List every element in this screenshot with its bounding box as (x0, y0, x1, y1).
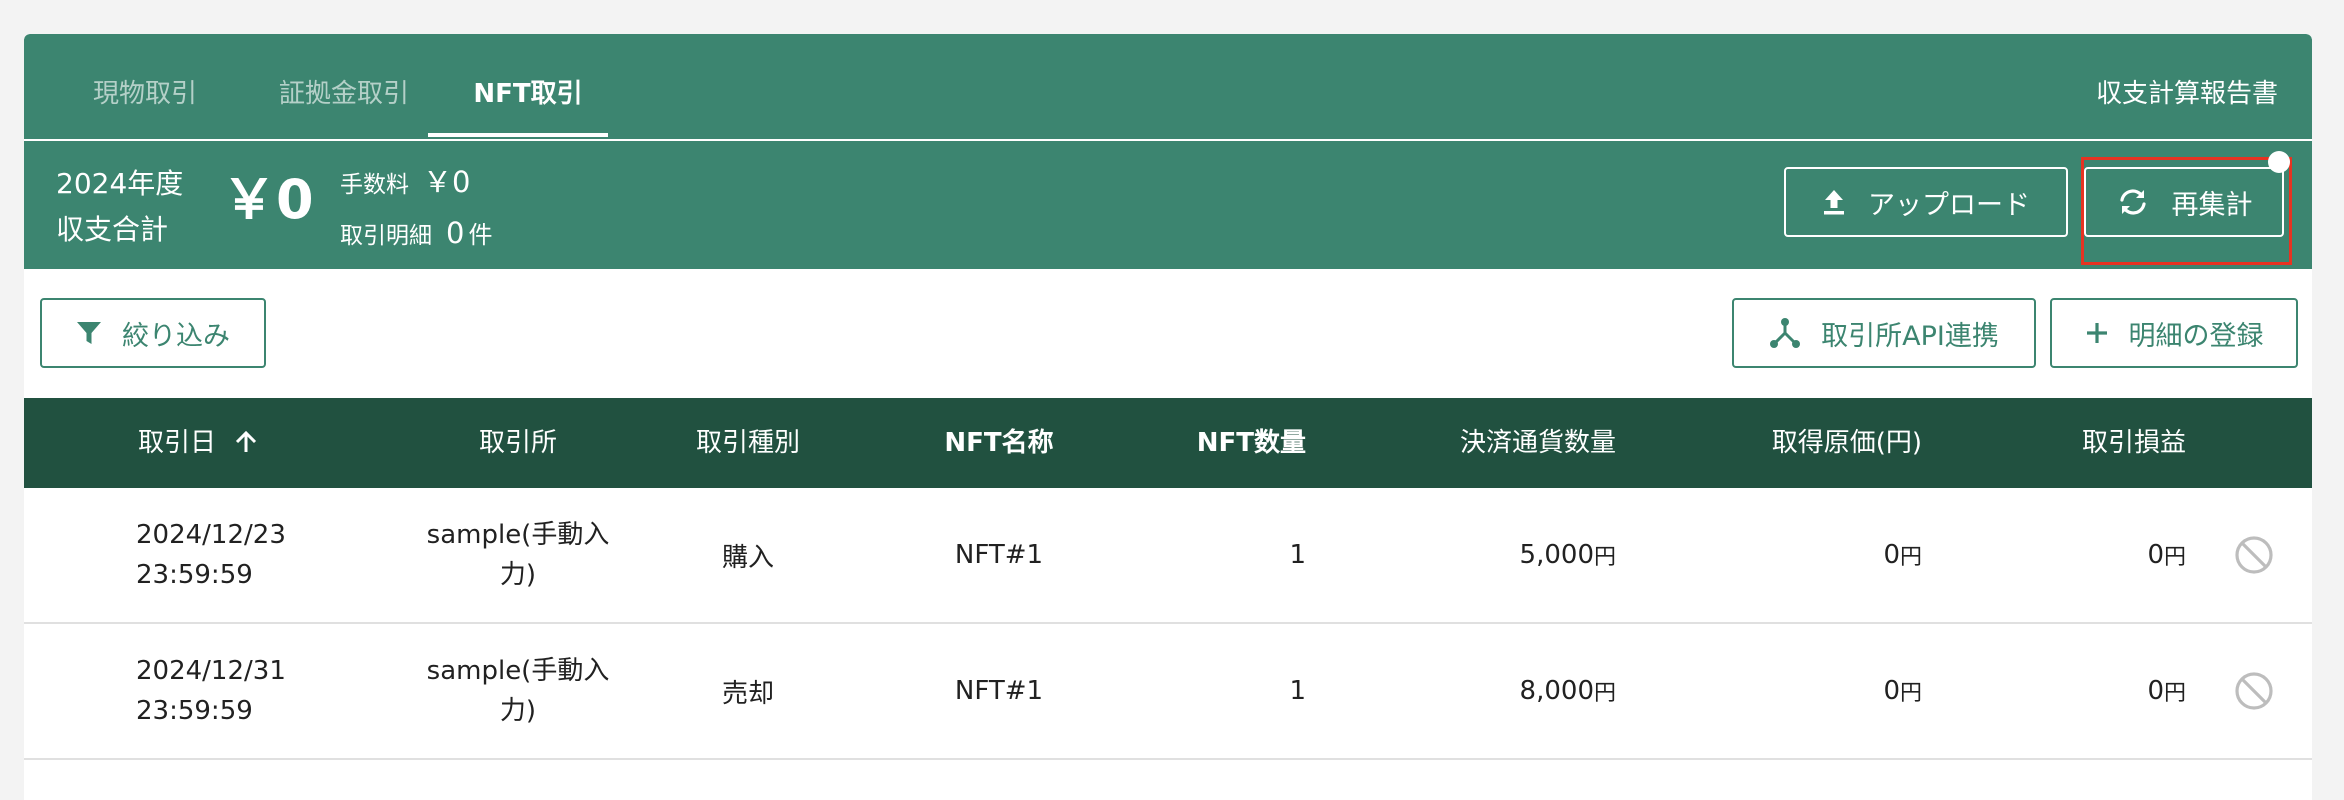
highlight-box (2081, 157, 2292, 265)
upload-icon (1824, 190, 1844, 215)
yen-unit: 円 (2163, 545, 2186, 570)
cell-pnl: 0円 (1924, 488, 2186, 622)
cell-exchange: sample(手動入 力) (398, 624, 638, 758)
disable-icon[interactable] (2234, 535, 2274, 575)
active-tab-indicator (428, 133, 608, 137)
sort-ascending-icon[interactable] (234, 430, 258, 454)
time-value: 23:59:59 (136, 696, 253, 726)
cell-settlement-qty: 8,000 円 (1314, 624, 1616, 758)
upload-button-label: アップロード (1868, 189, 2030, 221)
nft-transactions-panel: 現物取引 証拠金取引 NFT取引 収支計算報告書 2024年度 収支合計 ￥0 … (24, 34, 2312, 800)
tab-bar: 現物取引 証拠金取引 NFT取引 収支計算報告書 (24, 34, 2312, 139)
cell-cost: 0円 (1624, 624, 1922, 758)
tab-margin[interactable]: 証拠金取引 (250, 34, 438, 139)
table-row: 2024/12/31 23:59:59 sample(手動入 力) 売却 NFT… (24, 624, 2312, 760)
date-value: 2024/12/23 (136, 520, 286, 550)
exchange-line-2: 力) (499, 696, 537, 726)
tab-spot[interactable]: 現物取引 (70, 34, 220, 139)
cell-nft-name: NFT#1 (954, 540, 1044, 570)
cell-pnl: 0円 (1924, 624, 2186, 758)
column-header-date-label: 取引日 (138, 428, 217, 458)
date-value: 2024/12/31 (136, 656, 286, 686)
fiscal-year-label: 2024年度 (56, 167, 184, 200)
api-link-icon (1770, 318, 1801, 348)
cell-cost: 0円 (1624, 488, 1922, 622)
summary-band: 2024年度 収支合計 ￥0 手数料 ￥0 取引明細 0 件 アップロード 再集… (24, 141, 2312, 269)
column-header-type: 取引種別 (695, 428, 800, 458)
total-label: 収支合計 (56, 213, 169, 246)
fee-value: ￥0 (423, 165, 471, 199)
pnl-value: 0 (2147, 676, 2164, 706)
tab-nft[interactable]: NFT取引 (428, 34, 628, 139)
yen-unit: 円 (1899, 545, 1922, 570)
column-header-date[interactable]: 取引日 (138, 398, 278, 488)
upload-button[interactable]: アップロード (1784, 167, 2068, 237)
fiscal-year-block: 2024年度 収支合計 (56, 161, 183, 253)
column-header-exchange: 取引所 (478, 428, 557, 458)
add-entry-button-label: 明細の登録 (2128, 320, 2264, 352)
yen-unit: 円 (1899, 681, 1922, 706)
plus-icon (2086, 323, 2107, 343)
detail-count-unit: 件 (468, 221, 493, 249)
fee-label: 手数料 (340, 172, 409, 198)
exchange-api-button-label: 取引所API連携 (1821, 320, 1999, 352)
detail-count-label: 取引明細 (340, 223, 432, 249)
detail-count-value: 0 (446, 216, 465, 250)
pnl-value: 0 (2147, 540, 2164, 570)
time-value: 23:59:59 (136, 560, 253, 590)
cost-value: 0 (1883, 676, 1900, 706)
cell-exchange: sample(手動入 力) (398, 488, 638, 622)
table-header: 取引日 取引所 取引種別 NFT名称 NFT数量 決済通貨数量 取得原価(円) … (24, 398, 2312, 488)
exchange-api-button[interactable]: 取引所API連携 (1732, 298, 2036, 368)
indicator-dot (2268, 151, 2290, 173)
column-header-nft-qty: NFT数量 (1196, 428, 1306, 458)
cell-date: 2024/12/31 23:59:59 (136, 624, 336, 758)
yen-unit: 円 (1593, 545, 1616, 570)
cell-nft-qty: 1 (1289, 676, 1306, 706)
column-header-settlement-qty: 決済通貨数量 (1459, 428, 1616, 458)
cell-settlement-qty: 5,000 円 (1314, 488, 1616, 622)
filter-icon (77, 322, 101, 344)
table-row: 2024/12/23 23:59:59 sample(手動入 力) 購入 NFT… (24, 488, 2312, 624)
column-header-cost: 取得原価(円) (1771, 428, 1922, 458)
exchange-line-2: 力) (499, 560, 537, 590)
cell-nft-qty: 1 (1289, 540, 1306, 570)
cell-nft-name: NFT#1 (954, 676, 1044, 706)
settlement-qty-value: 8,000 (1519, 676, 1594, 706)
filter-button-label: 絞り込み (122, 320, 230, 352)
cell-date: 2024/12/23 23:59:59 (136, 488, 336, 622)
exchange-line-1: sample(手動入 (426, 520, 610, 550)
column-header-nft-name: NFT名称 (944, 428, 1054, 458)
cell-type: 購入 (721, 542, 774, 573)
exchange-line-1: sample(手動入 (426, 656, 610, 686)
cost-value: 0 (1883, 540, 1900, 570)
yen-unit: 円 (2163, 681, 2186, 706)
column-header-pnl: 取引損益 (2081, 428, 2186, 458)
cell-type: 売却 (721, 678, 774, 709)
yen-unit: 円 (1593, 681, 1616, 706)
add-entry-button[interactable]: 明細の登録 (2050, 298, 2298, 368)
income-report-link[interactable]: 収支計算報告書 (2096, 34, 2278, 139)
disable-icon[interactable] (2234, 671, 2274, 711)
total-value: ￥0 (222, 168, 314, 231)
summary-meta: 手数料 ￥0 取引明細 0 件 (340, 159, 492, 261)
filter-button[interactable]: 絞り込み (40, 298, 266, 368)
settlement-qty-value: 5,000 (1519, 540, 1594, 570)
